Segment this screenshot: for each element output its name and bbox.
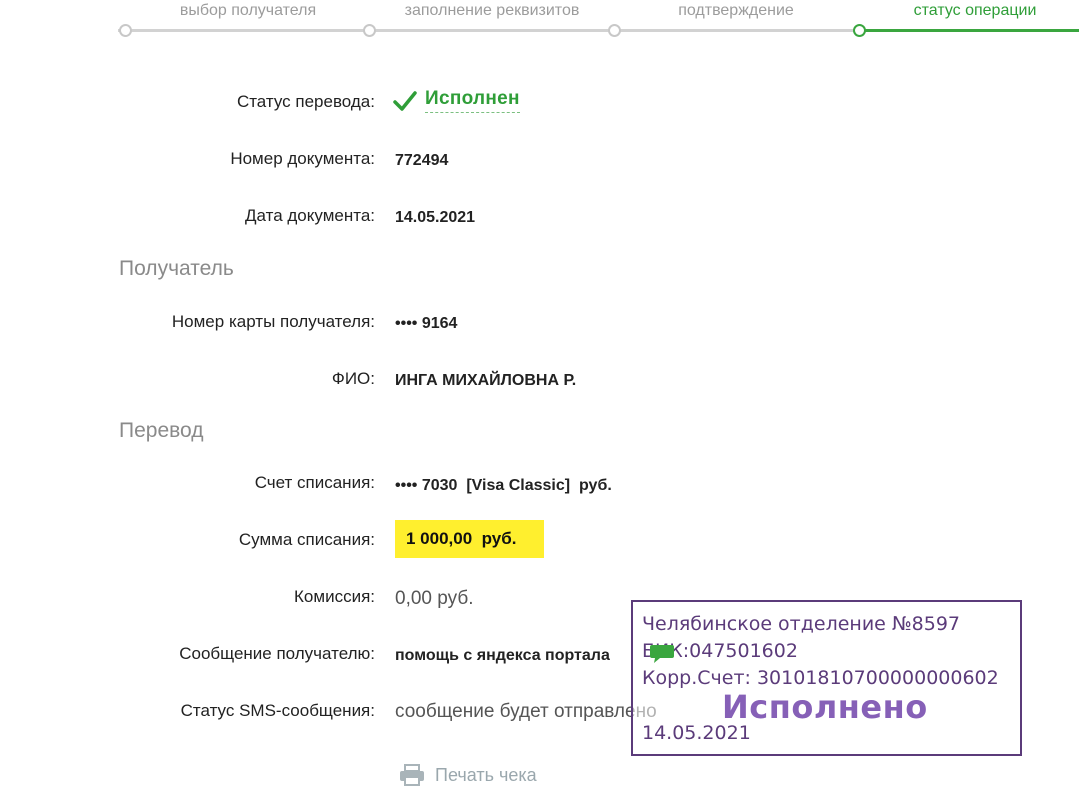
stepper-track-active [862, 29, 1079, 32]
recipient-card: •••• 9164 [395, 315, 458, 332]
stamp-branch: Челябинское отделение №8597 [642, 613, 961, 635]
sms-status-value: сообщение будет отправлено [395, 701, 657, 722]
status-value: Исполнен [393, 88, 520, 113]
recipient-name: ИНГА МИХАЙЛОВНА Р. [395, 372, 577, 389]
message-bubble-icon [650, 645, 674, 663]
step-fill-details: заполнение реквизитов [404, 2, 580, 19]
debit-account-label: Счет списания: [254, 473, 375, 492]
step-confirmation: подтверждение [678, 2, 794, 19]
recipient-name-label: ФИО: [331, 369, 375, 388]
stepper-track [118, 29, 862, 32]
checkmark-icon [393, 90, 417, 111]
transfer-section-title: Перевод [119, 419, 204, 442]
debit-amount: 1 000,00 руб. [406, 529, 517, 548]
document-number: 772494 [395, 152, 449, 169]
step-dot-1 [119, 24, 132, 37]
fee-label: Комиссия: [294, 587, 375, 606]
step-operation-status: статус операции [913, 2, 1037, 19]
progress-stepper: выбор получателя заполнение реквизитов п… [0, 0, 1079, 40]
debit-amount-highlight: 1 000,00 руб. [395, 520, 544, 558]
message-label: Сообщение получателю: [179, 644, 375, 663]
step-dot-3 [608, 24, 621, 37]
step-dot-2 [363, 24, 376, 37]
status-label: Статус перевода: [236, 92, 375, 111]
recipient-card-label: Номер карты получателя: [171, 312, 375, 331]
debit-account: •••• 7030 [Visa Classic] руб. [395, 477, 612, 494]
sms-status-label: Статус SMS-сообщения: [180, 701, 375, 720]
print-receipt-label[interactable]: Печать чека [435, 765, 537, 786]
bank-stamp: Челябинское отделение №8597 БИК:04750160… [631, 600, 1022, 756]
step-recipient-choice: выбор получателя [179, 2, 317, 19]
printer-icon [400, 764, 424, 786]
document-date-label: Дата документа: [245, 206, 375, 225]
document-date: 14.05.2021 [395, 209, 476, 226]
recipient-section-title: Получатель [119, 257, 234, 280]
stamp-corr-account: Корр.Счет: 30101810700000000602 [642, 667, 999, 689]
status-text[interactable]: Исполнен [425, 88, 520, 113]
message-value: помощь с яндекса портала [395, 647, 610, 664]
fee-value: 0,00 руб. [395, 588, 474, 609]
stamp-executed: Исполнено [722, 688, 928, 726]
document-number-label: Номер документа: [230, 149, 375, 168]
debit-amount-label: Сумма списания: [238, 530, 375, 549]
print-receipt-link[interactable]: Печать чека [399, 764, 537, 786]
step-dot-4 [853, 24, 866, 37]
stamp-date: 14.05.2021 [642, 722, 751, 744]
